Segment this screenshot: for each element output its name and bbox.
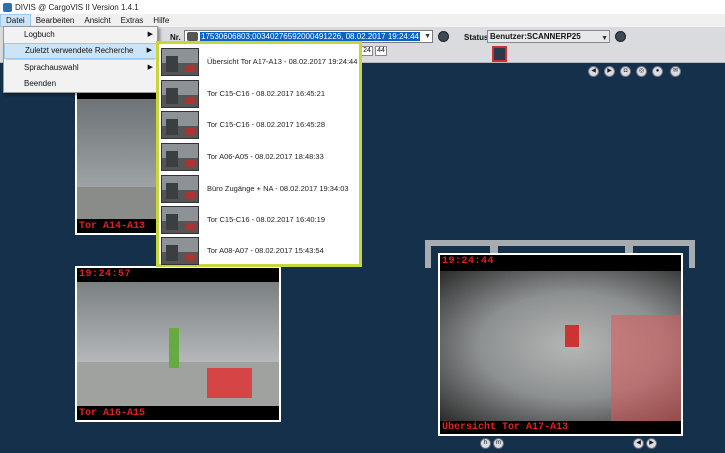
thumbnail-image xyxy=(161,236,199,265)
target-icon[interactable]: ◎ xyxy=(636,66,647,77)
camera-time: 19:24:44 xyxy=(442,256,495,267)
menu-item-logbuch[interactable]: Logbuch ▶ xyxy=(4,27,157,43)
thumbnail-image xyxy=(161,79,199,108)
thumbnail-image xyxy=(161,142,199,171)
camera-label: Tor A16-A15 xyxy=(79,408,146,419)
arrow-left-icon[interactable]: ◀ xyxy=(588,66,599,77)
recent-search-item[interactable]: Tor A08-A07 - 08.02.2017 15:43:54 xyxy=(159,235,359,266)
menu-item-recent-searches[interactable]: Zuletzt verwendete Recherche ▶ xyxy=(4,43,157,59)
recent-search-item[interactable]: Tor C15-C16 - 08.02.2017 16:40:19 xyxy=(159,204,359,235)
chevron-right-icon: ▶ xyxy=(147,31,153,38)
highlight-zone xyxy=(611,315,681,421)
thumbnail-image xyxy=(161,47,199,76)
nr-search-value[interactable]: 17530606803;00340276592000491226, 08.02.… xyxy=(200,32,420,41)
chevron-right-icon: ▶ xyxy=(146,47,152,54)
menu-item-label: Beenden xyxy=(24,79,57,88)
small-box-44[interactable]: 44 xyxy=(375,46,387,56)
bottom-button-h[interactable]: h xyxy=(480,438,491,449)
recent-search-label: Tor C15-C16 - 08.02.2017 16:45:28 xyxy=(207,120,325,129)
recent-search-item[interactable]: Tor A06-A05 - 08.02.2017 18:48:33 xyxy=(159,141,359,172)
user-select-value: Benutzer:SCANNERP25 xyxy=(490,32,581,41)
menu-item-label: Zuletzt verwendete Recherche xyxy=(25,46,134,55)
camera-label: Übersicht Tor A17-A13 xyxy=(442,422,569,433)
recent-search-label: Übersicht Tor A17-A13 - 08.02.2017 19:24… xyxy=(207,57,358,66)
frame-bracket-right xyxy=(689,240,695,268)
thumbnail-image xyxy=(161,174,199,203)
forklift xyxy=(565,325,579,347)
recent-search-item[interactable]: Büro Zugänge + NA - 08.02.2017 19:34:03 xyxy=(159,173,359,204)
arrow-right-icon[interactable]: ▶ xyxy=(646,438,657,449)
small-box-24[interactable]: 24 xyxy=(361,46,373,56)
camera-icon[interactable]: ◘ xyxy=(620,66,631,77)
bottom-button-m[interactable]: m xyxy=(493,438,504,449)
menu-item-sprachauswahl[interactable]: Sprachauswahl ▶ xyxy=(4,60,157,76)
camera-time: 19:24:57 xyxy=(79,269,132,280)
chevron-right-icon: ▶ xyxy=(147,64,153,71)
menu-item-beenden[interactable]: Beenden xyxy=(4,76,157,92)
status-label: Status xyxy=(464,33,489,42)
recent-search-label: Tor C15-C16 - 08.02.2017 16:40:19 xyxy=(207,215,325,224)
chevron-down-icon[interactable]: ▼ xyxy=(601,33,608,44)
user-settings-icon[interactable] xyxy=(615,31,626,42)
recent-searches-submenu: Übersicht Tor A17-A13 - 08.02.2017 19:24… xyxy=(156,41,362,267)
camera-label: Tor A14-A13 xyxy=(79,221,146,232)
app-icon xyxy=(3,2,12,12)
recent-search-label: Tor A08-A07 - 08.02.2017 15:43:54 xyxy=(207,246,324,255)
record-icon[interactable]: ● xyxy=(652,66,663,77)
user-select[interactable]: Benutzer:SCANNERP25 ▼ xyxy=(487,30,610,43)
search-go-icon[interactable] xyxy=(438,31,449,42)
frame-bracket-top xyxy=(425,240,695,246)
recent-search-label: Büro Zugänge + NA - 08.02.2017 19:34:03 xyxy=(207,184,349,193)
thumbnail-image xyxy=(161,110,199,139)
camera-tile-2[interactable]: 19:24:57 Tor A16-A15 xyxy=(75,266,281,422)
pallet-red xyxy=(207,368,252,398)
chevron-down-icon[interactable]: ▼ xyxy=(424,33,431,40)
recent-search-item[interactable]: Tor C15-C16 - 08.02.2017 16:45:21 xyxy=(159,78,359,109)
arrow-left-icon[interactable]: ◀ xyxy=(633,438,644,449)
recent-search-item[interactable]: Übersicht Tor A17-A13 - 08.02.2017 19:24… xyxy=(159,46,359,77)
forklift xyxy=(169,328,179,368)
barcode-icon xyxy=(187,32,198,41)
record-indicator[interactable] xyxy=(492,46,507,62)
thumbnail-image xyxy=(161,205,199,234)
title-bar: DIVIS @ CargoVIS II Version 1.4.1 xyxy=(0,0,725,14)
menu-item-label: Sprachauswahl xyxy=(24,63,79,72)
menu-item-label: Logbuch xyxy=(24,30,55,39)
arrow-right-icon[interactable]: ▶ xyxy=(604,66,615,77)
window-title: DIVIS @ CargoVIS II Version 1.4.1 xyxy=(15,2,139,12)
recent-search-label: Tor C15-C16 - 08.02.2017 16:45:21 xyxy=(207,89,325,98)
file-menu: Logbuch ▶ Zuletzt verwendete Recherche ▶… xyxy=(3,26,158,93)
frame-bracket-left xyxy=(425,240,431,268)
mail-icon[interactable]: ✉ xyxy=(670,66,681,77)
recent-search-label: Tor A06-A05 - 08.02.2017 18:48:33 xyxy=(207,152,324,161)
recent-search-item[interactable]: Tor C15-C16 - 08.02.2017 16:45:28 xyxy=(159,109,359,140)
camera-tile-3[interactable]: 19:24:44 Übersicht Tor A17-A13 xyxy=(438,253,683,436)
